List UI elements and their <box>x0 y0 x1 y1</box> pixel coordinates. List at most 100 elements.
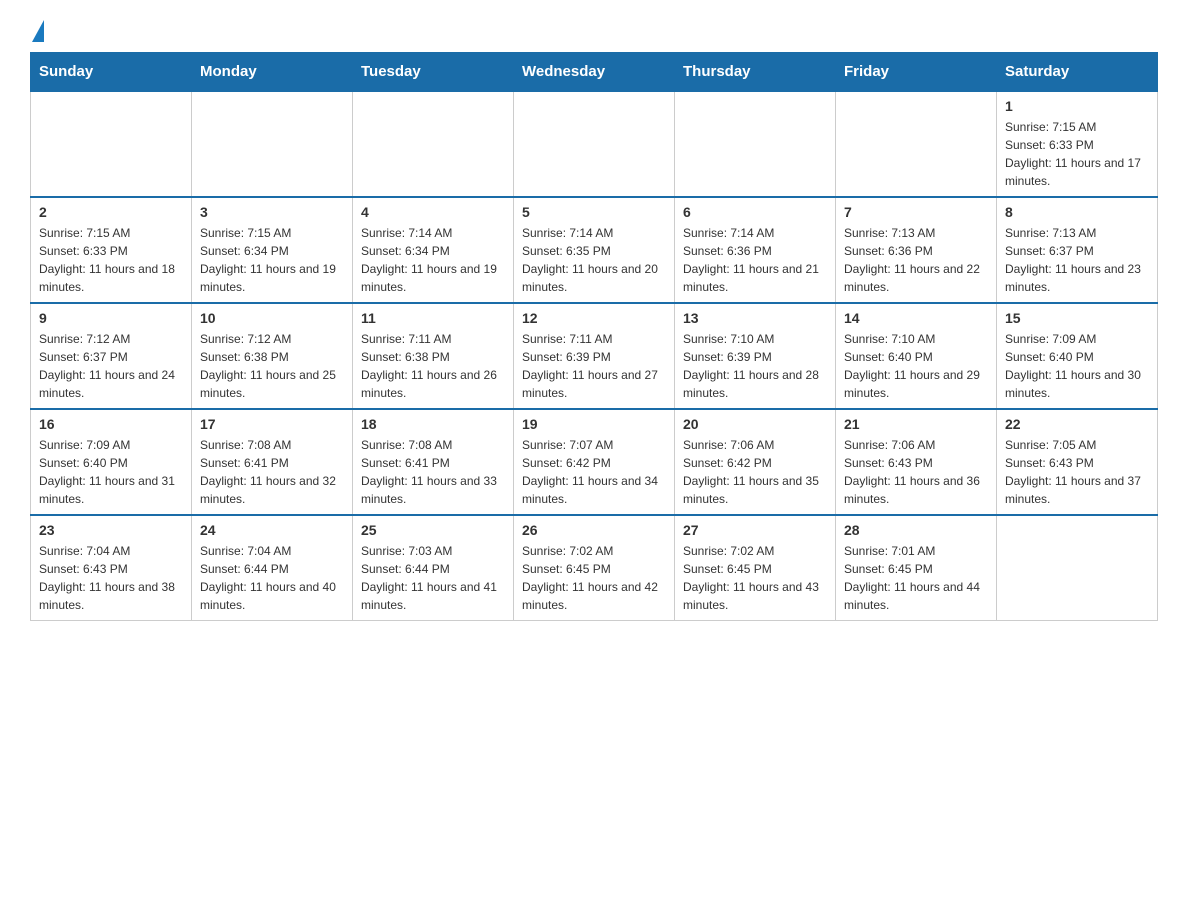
day-number: 19 <box>522 416 666 432</box>
day-info: Sunrise: 7:04 AM Sunset: 6:43 PM Dayligh… <box>39 542 183 614</box>
calendar-cell: 22 Sunrise: 7:05 AM Sunset: 6:43 PM Dayli… <box>997 409 1158 515</box>
day-info: Sunrise: 7:08 AM Sunset: 6:41 PM Dayligh… <box>361 436 505 508</box>
day-number: 10 <box>200 310 344 326</box>
day-info: Sunrise: 7:10 AM Sunset: 6:40 PM Dayligh… <box>844 330 988 402</box>
day-info: Sunrise: 7:08 AM Sunset: 6:41 PM Dayligh… <box>200 436 344 508</box>
day-number: 2 <box>39 204 183 220</box>
day-number: 26 <box>522 522 666 538</box>
day-info: Sunrise: 7:09 AM Sunset: 6:40 PM Dayligh… <box>39 436 183 508</box>
weekday-header-wednesday: Wednesday <box>514 53 675 92</box>
calendar-cell <box>514 91 675 197</box>
calendar-cell: 18 Sunrise: 7:08 AM Sunset: 6:41 PM Dayli… <box>353 409 514 515</box>
calendar-cell: 25 Sunrise: 7:03 AM Sunset: 6:44 PM Dayli… <box>353 515 514 621</box>
weekday-header-saturday: Saturday <box>997 53 1158 92</box>
day-number: 8 <box>1005 204 1149 220</box>
calendar-cell: 16Sunrise: 7:09 AM Sunset: 6:40 PM Dayli… <box>31 409 192 515</box>
day-info: Sunrise: 7:11 AM Sunset: 6:38 PM Dayligh… <box>361 330 505 402</box>
weekday-header-friday: Friday <box>836 53 997 92</box>
calendar-cell: 24Sunrise: 7:04 AM Sunset: 6:44 PM Dayli… <box>192 515 353 621</box>
logo-triangle-icon <box>32 20 44 42</box>
day-info: Sunrise: 7:02 AM Sunset: 6:45 PM Dayligh… <box>522 542 666 614</box>
day-info: Sunrise: 7:12 AM Sunset: 6:38 PM Dayligh… <box>200 330 344 402</box>
calendar-cell: 13 Sunrise: 7:10 AM Sunset: 6:39 PM Dayli… <box>675 303 836 409</box>
weekday-header-thursday: Thursday <box>675 53 836 92</box>
day-number: 9 <box>39 310 183 326</box>
weekday-header-sunday: Sunday <box>31 53 192 92</box>
calendar-cell: 2 Sunrise: 7:15 AM Sunset: 6:33 PM Daylig… <box>31 197 192 303</box>
day-info: Sunrise: 7:03 AM Sunset: 6:44 PM Dayligh… <box>361 542 505 614</box>
day-number: 18 <box>361 416 505 432</box>
calendar-cell: 15Sunrise: 7:09 AM Sunset: 6:40 PM Dayli… <box>997 303 1158 409</box>
day-info: Sunrise: 7:10 AM Sunset: 6:39 PM Dayligh… <box>683 330 827 402</box>
calendar-header-row: SundayMondayTuesdayWednesdayThursdayFrid… <box>31 53 1158 92</box>
day-number: 22 <box>1005 416 1149 432</box>
calendar-cell: 26 Sunrise: 7:02 AM Sunset: 6:45 PM Dayli… <box>514 515 675 621</box>
calendar-table: SundayMondayTuesdayWednesdayThursdayFrid… <box>30 52 1158 621</box>
day-info: Sunrise: 7:07 AM Sunset: 6:42 PM Dayligh… <box>522 436 666 508</box>
day-number: 12 <box>522 310 666 326</box>
day-info: Sunrise: 7:11 AM Sunset: 6:39 PM Dayligh… <box>522 330 666 402</box>
day-number: 21 <box>844 416 988 432</box>
day-number: 7 <box>844 204 988 220</box>
calendar-week-row: 23 Sunrise: 7:04 AM Sunset: 6:43 PM Dayli… <box>31 515 1158 621</box>
day-number: 24 <box>200 522 344 538</box>
day-number: 28 <box>844 522 988 538</box>
calendar-cell: 28 Sunrise: 7:01 AM Sunset: 6:45 PM Dayli… <box>836 515 997 621</box>
day-info: Sunrise: 7:05 AM Sunset: 6:43 PM Dayligh… <box>1005 436 1149 508</box>
calendar-cell: 20 Sunrise: 7:06 AM Sunset: 6:42 PM Dayli… <box>675 409 836 515</box>
calendar-cell <box>31 91 192 197</box>
day-info: Sunrise: 7:13 AM Sunset: 6:37 PM Dayligh… <box>1005 224 1149 296</box>
calendar-cell: 7 Sunrise: 7:13 AM Sunset: 6:36 PM Daylig… <box>836 197 997 303</box>
day-info: Sunrise: 7:06 AM Sunset: 6:43 PM Dayligh… <box>844 436 988 508</box>
calendar-cell <box>997 515 1158 621</box>
calendar-week-row: 9 Sunrise: 7:12 AM Sunset: 6:37 PM Daylig… <box>31 303 1158 409</box>
day-number: 11 <box>361 310 505 326</box>
calendar-cell: 4 Sunrise: 7:14 AM Sunset: 6:34 PM Daylig… <box>353 197 514 303</box>
weekday-header-tuesday: Tuesday <box>353 53 514 92</box>
calendar-cell: 10 Sunrise: 7:12 AM Sunset: 6:38 PM Dayli… <box>192 303 353 409</box>
calendar-cell: 17Sunrise: 7:08 AM Sunset: 6:41 PM Dayli… <box>192 409 353 515</box>
calendar-cell: 12 Sunrise: 7:11 AM Sunset: 6:39 PM Dayli… <box>514 303 675 409</box>
day-number: 5 <box>522 204 666 220</box>
day-number: 6 <box>683 204 827 220</box>
day-info: Sunrise: 7:14 AM Sunset: 6:36 PM Dayligh… <box>683 224 827 296</box>
day-number: 1 <box>1005 98 1149 114</box>
day-number: 23 <box>39 522 183 538</box>
day-info: Sunrise: 7:15 AM Sunset: 6:33 PM Dayligh… <box>39 224 183 296</box>
day-info: Sunrise: 7:02 AM Sunset: 6:45 PM Dayligh… <box>683 542 827 614</box>
day-info: Sunrise: 7:14 AM Sunset: 6:35 PM Dayligh… <box>522 224 666 296</box>
calendar-cell <box>675 91 836 197</box>
day-info: Sunrise: 7:15 AM Sunset: 6:34 PM Dayligh… <box>200 224 344 296</box>
day-number: 25 <box>361 522 505 538</box>
calendar-cell <box>353 91 514 197</box>
calendar-cell: 14 Sunrise: 7:10 AM Sunset: 6:40 PM Dayli… <box>836 303 997 409</box>
day-info: Sunrise: 7:12 AM Sunset: 6:37 PM Dayligh… <box>39 330 183 402</box>
logo <box>30 20 46 42</box>
calendar-cell: 27Sunrise: 7:02 AM Sunset: 6:45 PM Dayli… <box>675 515 836 621</box>
day-number: 13 <box>683 310 827 326</box>
calendar-cell <box>836 91 997 197</box>
day-info: Sunrise: 7:06 AM Sunset: 6:42 PM Dayligh… <box>683 436 827 508</box>
calendar-week-row: 1 Sunrise: 7:15 AM Sunset: 6:33 PM Daylig… <box>31 91 1158 197</box>
day-info: Sunrise: 7:14 AM Sunset: 6:34 PM Dayligh… <box>361 224 505 296</box>
calendar-cell: 21 Sunrise: 7:06 AM Sunset: 6:43 PM Dayli… <box>836 409 997 515</box>
calendar-week-row: 2 Sunrise: 7:15 AM Sunset: 6:33 PM Daylig… <box>31 197 1158 303</box>
calendar-cell: 9 Sunrise: 7:12 AM Sunset: 6:37 PM Daylig… <box>31 303 192 409</box>
calendar-cell: 19 Sunrise: 7:07 AM Sunset: 6:42 PM Dayli… <box>514 409 675 515</box>
calendar-cell: 11 Sunrise: 7:11 AM Sunset: 6:38 PM Dayli… <box>353 303 514 409</box>
day-number: 4 <box>361 204 505 220</box>
weekday-header-monday: Monday <box>192 53 353 92</box>
page-header <box>30 20 1158 42</box>
day-info: Sunrise: 7:13 AM Sunset: 6:36 PM Dayligh… <box>844 224 988 296</box>
day-number: 3 <box>200 204 344 220</box>
day-info: Sunrise: 7:15 AM Sunset: 6:33 PM Dayligh… <box>1005 118 1149 190</box>
day-info: Sunrise: 7:01 AM Sunset: 6:45 PM Dayligh… <box>844 542 988 614</box>
calendar-cell: 1 Sunrise: 7:15 AM Sunset: 6:33 PM Daylig… <box>997 91 1158 197</box>
day-number: 20 <box>683 416 827 432</box>
calendar-cell: 3 Sunrise: 7:15 AM Sunset: 6:34 PM Daylig… <box>192 197 353 303</box>
calendar-week-row: 16Sunrise: 7:09 AM Sunset: 6:40 PM Dayli… <box>31 409 1158 515</box>
day-number: 14 <box>844 310 988 326</box>
calendar-cell: 23 Sunrise: 7:04 AM Sunset: 6:43 PM Dayli… <box>31 515 192 621</box>
calendar-cell: 6 Sunrise: 7:14 AM Sunset: 6:36 PM Daylig… <box>675 197 836 303</box>
calendar-cell: 5 Sunrise: 7:14 AM Sunset: 6:35 PM Daylig… <box>514 197 675 303</box>
